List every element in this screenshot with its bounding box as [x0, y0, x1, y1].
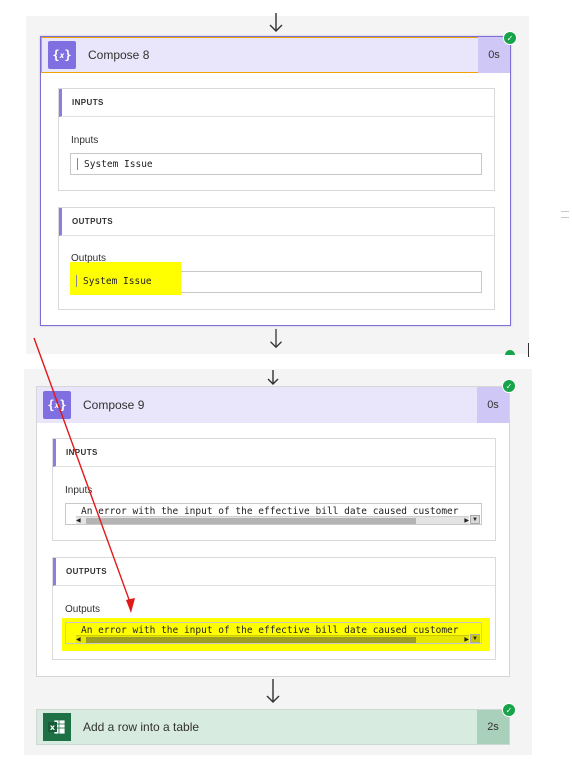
compose-8-inputs-label: Inputs: [71, 135, 99, 146]
compose-8-inputs-header[interactable]: INPUTS: [59, 89, 494, 117]
horizontal-scrollbar[interactable]: ◀ ▶: [76, 516, 469, 524]
compose-8-outputs-label: Outputs: [71, 253, 107, 264]
compose-9-duration: 0s: [477, 387, 509, 423]
compose-8-outputs-header[interactable]: OUTPUTS: [59, 208, 494, 236]
partial-status-dot: [505, 350, 515, 355]
curly-braces-icon: {x}: [43, 391, 71, 419]
collapsed-menu-icon: [561, 211, 569, 218]
compose-8-outputs-text: System Issue: [76, 273, 152, 289]
text-caret: [77, 158, 78, 170]
compose-8-title: Compose 8: [88, 48, 150, 62]
resize-handle-icon[interactable]: ▼: [470, 634, 480, 643]
text-cursor: [528, 343, 529, 357]
compose-8-header[interactable]: {x} Compose 8: [41, 37, 510, 73]
scrollbar-thumb[interactable]: [86, 637, 416, 643]
arrow-down-icon: [269, 13, 283, 32]
add-row-header[interactable]: x Add a row into a table: [37, 710, 509, 744]
check-circle-icon: ✓: [503, 31, 517, 45]
compose-9-card[interactable]: {x} Compose 9 0s INPUTS Inputs An error …: [36, 386, 510, 677]
text-caret: [76, 275, 77, 287]
arrow-down-icon: [266, 679, 280, 703]
compose-9-inputs-header[interactable]: INPUTS: [53, 439, 495, 467]
curly-braces-icon: {x}: [48, 41, 76, 69]
compose-8-outputs-value: System Issue: [83, 275, 152, 287]
scrollbar-thumb[interactable]: [86, 518, 416, 524]
compose-8-inputs-value: System Issue: [84, 158, 153, 170]
arrow-down-icon: [267, 370, 279, 385]
add-row-card[interactable]: x Add a row into a table 2s: [36, 709, 510, 745]
check-circle-icon: ✓: [502, 379, 516, 393]
scroll-right-icon[interactable]: ▶: [464, 636, 469, 644]
resize-handle-icon[interactable]: ▼: [470, 515, 480, 524]
arrow-down-icon: [270, 328, 282, 349]
compose-8-card[interactable]: {x} Compose 8 0s INPUTS Inputs System Is…: [40, 36, 511, 326]
check-circle-icon: ✓: [502, 703, 516, 717]
compose-9-outputs-label: Outputs: [65, 604, 101, 615]
scroll-right-icon[interactable]: ▶: [464, 517, 469, 525]
horizontal-scrollbar[interactable]: ◀ ▶: [76, 635, 469, 643]
compose-9-header[interactable]: {x} Compose 9: [37, 387, 509, 423]
svg-text:x: x: [50, 723, 56, 732]
compose-9-inputs-label: Inputs: [65, 485, 93, 496]
compose-8-inputs-section: INPUTS: [58, 88, 495, 191]
compose-9-title: Compose 9: [83, 398, 145, 412]
scroll-left-icon[interactable]: ◀: [76, 517, 81, 525]
compose-9-outputs-header[interactable]: OUTPUTS: [53, 558, 495, 586]
compose-9-inputs-section: INPUTS: [52, 438, 496, 541]
scroll-left-icon[interactable]: ◀: [76, 636, 81, 644]
compose-8-inputs-field[interactable]: System Issue: [70, 153, 482, 175]
excel-icon: x: [43, 713, 71, 741]
add-row-title: Add a row into a table: [83, 720, 200, 734]
